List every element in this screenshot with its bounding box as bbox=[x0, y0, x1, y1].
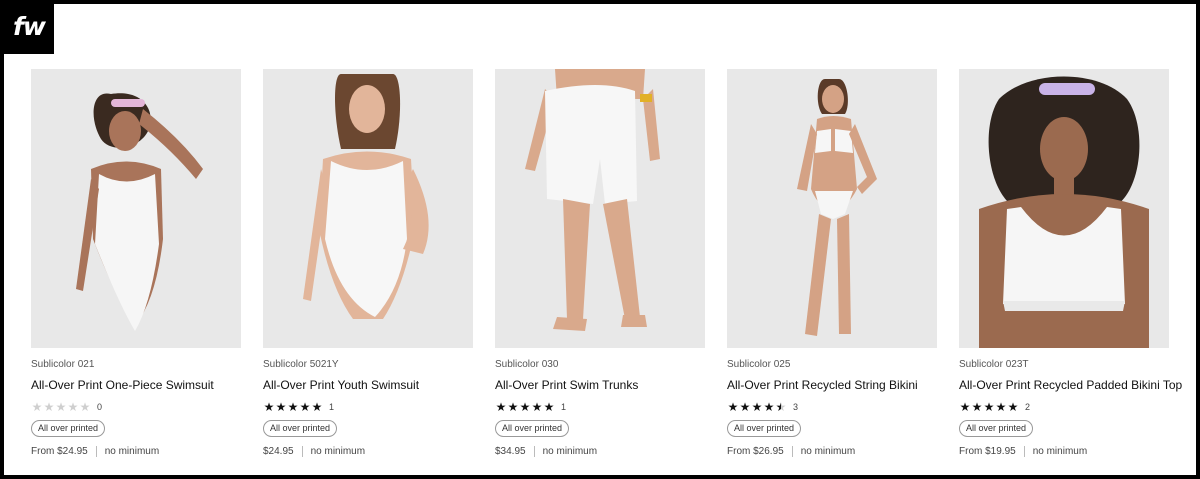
price-row: $34.95 no minimum bbox=[495, 446, 705, 457]
product-sku: Sublicolor 021 bbox=[31, 359, 95, 370]
product-image[interactable] bbox=[263, 69, 473, 348]
rating-stars: ★ ★ ★ ★ ★ bbox=[263, 401, 323, 413]
product-rating: ★ ★ ★ ★ ★ 1 bbox=[495, 400, 705, 414]
product-card[interactable]: Sublicolor 5021Y All-Over Print Youth Sw… bbox=[263, 69, 473, 457]
divider bbox=[95, 446, 97, 457]
product-rating: ★ ★ ★ ★ ★ 2 bbox=[959, 400, 1169, 414]
divider bbox=[533, 446, 535, 457]
divider bbox=[301, 446, 303, 457]
price-row: From $19.95 no minimum bbox=[959, 446, 1169, 457]
minimum-order: no minimum bbox=[104, 446, 160, 457]
review-count: 2 bbox=[1025, 402, 1031, 412]
star-filled-icon: ★ bbox=[519, 400, 531, 414]
review-count: 1 bbox=[561, 402, 567, 412]
product-title[interactable]: All-Over Print Swim Trunks bbox=[495, 378, 705, 393]
product-card[interactable]: Sublicolor 030 All-Over Print Swim Trunk… bbox=[495, 69, 705, 457]
star-empty-icon: ★ bbox=[43, 400, 55, 414]
star-filled-icon: ★ bbox=[1007, 400, 1019, 414]
star-empty-icon: ★ bbox=[79, 400, 91, 414]
print-type-badge: All over printed bbox=[495, 420, 570, 437]
star-filled-icon: ★ bbox=[971, 400, 983, 414]
product-rating: ★ ★ ★ ★ ★ 3 bbox=[727, 400, 937, 414]
star-filled-icon: ★ bbox=[959, 400, 971, 414]
star-empty-icon: ★ bbox=[67, 400, 79, 414]
product-price: From $24.95 bbox=[31, 446, 88, 457]
star-filled-icon: ★ bbox=[751, 400, 763, 414]
minimum-order: no minimum bbox=[1032, 446, 1088, 457]
star-half-icon: ★ bbox=[775, 400, 787, 414]
product-price: $24.95 bbox=[263, 446, 294, 457]
star-filled-icon: ★ bbox=[739, 400, 751, 414]
review-count: 3 bbox=[793, 402, 799, 412]
star-empty-icon: ★ bbox=[31, 400, 43, 414]
star-filled-icon: ★ bbox=[311, 400, 323, 414]
minimum-order: no minimum bbox=[542, 446, 598, 457]
product-sku: Sublicolor 5021Y bbox=[263, 359, 339, 370]
star-filled-icon: ★ bbox=[263, 400, 275, 414]
product-price: From $19.95 bbox=[959, 446, 1016, 457]
product-image[interactable] bbox=[959, 69, 1169, 348]
product-image[interactable] bbox=[727, 69, 937, 348]
print-type-badge: All over printed bbox=[959, 420, 1034, 437]
price-row: From $26.95 no minimum bbox=[727, 446, 937, 457]
star-filled-icon: ★ bbox=[495, 400, 507, 414]
product-sku: Sublicolor 025 bbox=[727, 359, 791, 370]
rating-stars: ★ ★ ★ ★ ★ bbox=[727, 401, 787, 413]
star-filled-icon: ★ bbox=[507, 400, 519, 414]
review-count: 0 bbox=[97, 402, 103, 412]
product-price: $34.95 bbox=[495, 446, 526, 457]
rating-stars: ★ ★ ★ ★ ★ bbox=[31, 401, 91, 413]
star-filled-icon: ★ bbox=[983, 400, 995, 414]
product-sku: Sublicolor 023T bbox=[959, 359, 1029, 370]
rating-stars: ★ ★ ★ ★ ★ bbox=[959, 401, 1019, 413]
star-empty-icon: ★ bbox=[55, 400, 67, 414]
star-filled-icon: ★ bbox=[275, 400, 287, 414]
star-filled-icon: ★ bbox=[763, 400, 775, 414]
divider bbox=[791, 446, 793, 457]
minimum-order: no minimum bbox=[800, 446, 856, 457]
price-row: $24.95 no minimum bbox=[263, 446, 473, 457]
product-title[interactable]: All-Over Print Recycled Padded Bikini To… bbox=[959, 378, 1182, 393]
product-card[interactable]: Sublicolor 025 All-Over Print Recycled S… bbox=[727, 69, 937, 457]
product-image[interactable] bbox=[31, 69, 241, 348]
star-filled-icon: ★ bbox=[531, 400, 543, 414]
divider bbox=[1023, 446, 1025, 457]
product-title[interactable]: All-Over Print One-Piece Swimsuit bbox=[31, 378, 241, 393]
minimum-order: no minimum bbox=[310, 446, 366, 457]
brand-logo[interactable]: fw bbox=[4, 4, 54, 54]
product-card[interactable]: Sublicolor 023T All-Over Print Recycled … bbox=[959, 69, 1182, 457]
print-type-badge: All over printed bbox=[263, 420, 338, 437]
star-filled-icon: ★ bbox=[995, 400, 1007, 414]
page-frame: fw Sublicolor 021 All-Over Print One-Pie… bbox=[4, 4, 1196, 475]
product-image[interactable] bbox=[495, 69, 705, 348]
star-filled-icon: ★ bbox=[543, 400, 555, 414]
product-title[interactable]: All-Over Print Recycled String Bikini bbox=[727, 378, 937, 393]
star-filled-icon: ★ bbox=[727, 400, 739, 414]
print-type-badge: All over printed bbox=[727, 420, 802, 437]
product-card[interactable]: Sublicolor 021 All-Over Print One-Piece … bbox=[31, 69, 241, 457]
product-sku: Sublicolor 030 bbox=[495, 359, 559, 370]
rating-stars: ★ ★ ★ ★ ★ bbox=[495, 401, 555, 413]
product-rating: ★ ★ ★ ★ ★ 0 bbox=[31, 400, 241, 414]
price-row: From $24.95 no minimum bbox=[31, 446, 241, 457]
product-price: From $26.95 bbox=[727, 446, 784, 457]
print-type-badge: All over printed bbox=[31, 420, 106, 437]
review-count: 1 bbox=[329, 402, 335, 412]
star-filled-icon: ★ bbox=[299, 400, 311, 414]
product-title[interactable]: All-Over Print Youth Swimsuit bbox=[263, 378, 473, 393]
star-filled-icon: ★ bbox=[287, 400, 299, 414]
product-rating: ★ ★ ★ ★ ★ 1 bbox=[263, 400, 473, 414]
